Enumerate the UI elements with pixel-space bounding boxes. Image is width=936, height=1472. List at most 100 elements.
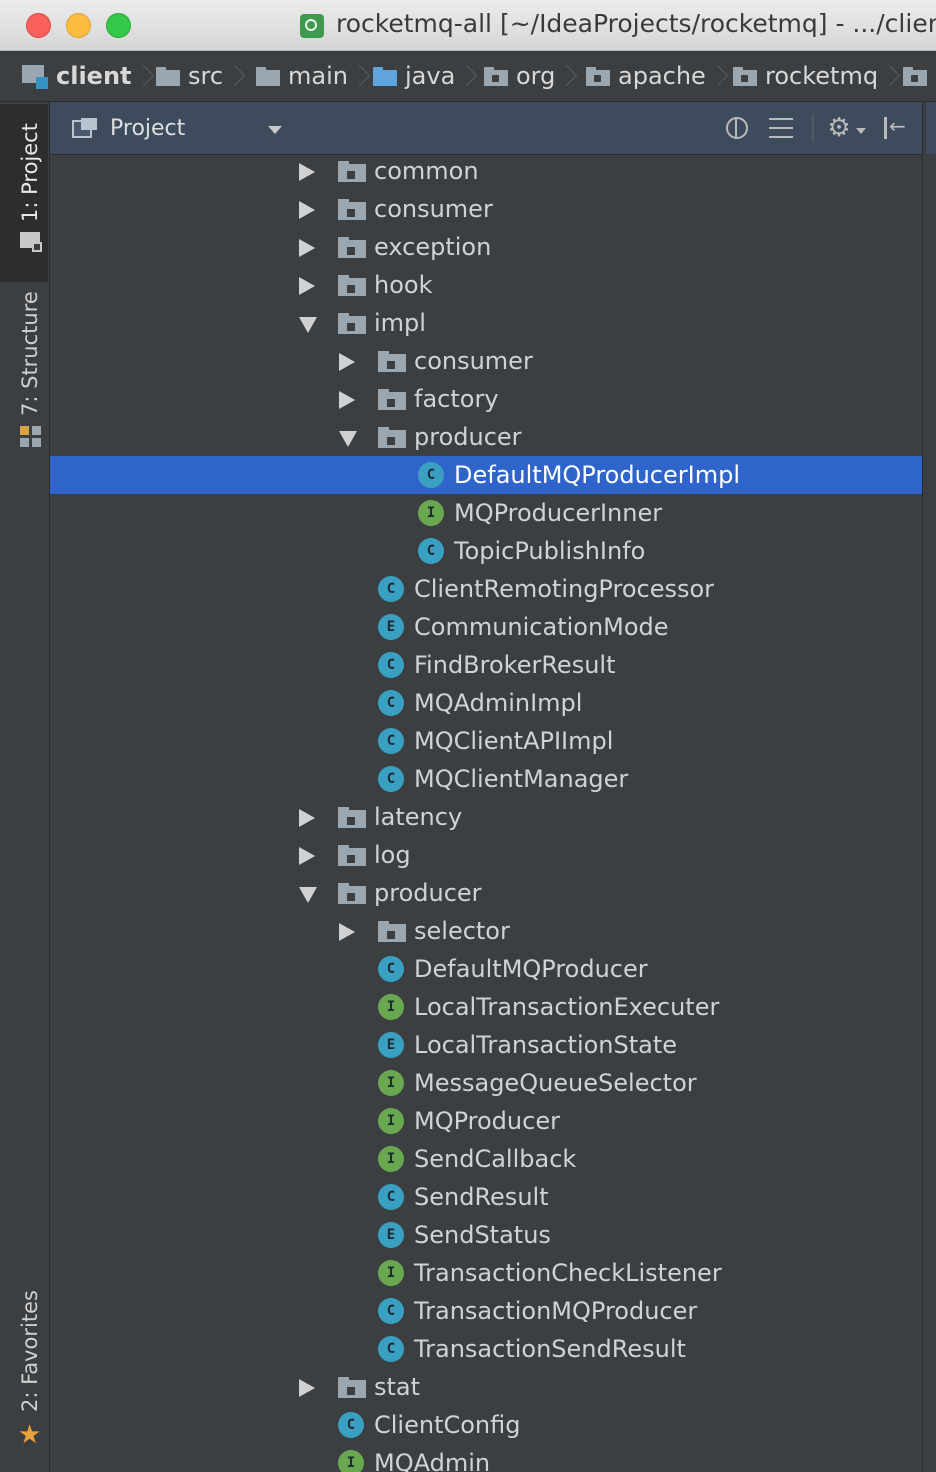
tree-node-label: stat: [374, 1373, 421, 1401]
tree-class-node[interactable]: C ClientConfig: [50, 1406, 922, 1444]
tree-package-node[interactable]: latency: [50, 798, 922, 836]
interface-icon: I: [338, 1450, 364, 1472]
maximize-window-button[interactable]: [106, 13, 131, 38]
tree-package-node[interactable]: common: [50, 152, 922, 190]
hide-panel-icon[interactable]: [882, 112, 908, 142]
tree-interface-node[interactable]: I LocalTransactionExecuter: [50, 988, 922, 1026]
interface-icon: I: [378, 1146, 404, 1172]
collapsed-arrow-icon[interactable]: [299, 163, 315, 181]
tree-node-label: exception: [374, 233, 492, 261]
tree-interface-node[interactable]: I TransactionCheckListener: [50, 1254, 922, 1292]
tree-interface-node[interactable]: I MessageQueueSelector: [50, 1064, 922, 1102]
collapsed-arrow-icon[interactable]: [339, 353, 355, 371]
breadcrumb-separator: [463, 61, 473, 91]
tree-package-node[interactable]: selector: [50, 912, 922, 950]
package-folder-icon: [338, 275, 366, 296]
collapsed-arrow-icon[interactable]: [299, 809, 315, 827]
tree-package-node[interactable]: producer: [50, 418, 922, 456]
project-panel-header: Project ⚙: [50, 102, 924, 155]
tree-class-node[interactable]: C DefaultMQProducer: [50, 950, 922, 988]
gear-dropdown-icon[interactable]: [856, 128, 866, 134]
tree-class-node[interactable]: C MQAdminImpl: [50, 684, 922, 722]
tree-node-label: ClientConfig: [374, 1411, 521, 1439]
expanded-arrow-icon[interactable]: [299, 887, 317, 903]
enum-icon: E: [378, 614, 404, 640]
favorites-tool-tab[interactable]: 2: Favorites: [18, 1290, 42, 1412]
tree-enum-node[interactable]: E CommunicationMode: [50, 608, 922, 646]
breadcrumb-separator: [886, 61, 896, 91]
title-bar: rocketmq-all [~/IdeaProjects/rocketmq] -…: [0, 0, 936, 51]
package-folder-icon: [338, 807, 366, 828]
collapse-all-icon[interactable]: [768, 114, 794, 142]
tree-package-node[interactable]: stat: [50, 1368, 922, 1406]
breadcrumb-item[interactable]: rocketmq: [733, 51, 896, 101]
tree-package-node[interactable]: exception: [50, 228, 922, 266]
tree-package-node[interactable]: log: [50, 836, 922, 874]
collapsed-arrow-icon[interactable]: [299, 277, 315, 295]
collapsed-arrow-icon[interactable]: [299, 1379, 315, 1397]
scrollbar[interactable]: [922, 102, 936, 1472]
tree-class-node[interactable]: C ClientRemotingProcessor: [50, 570, 922, 608]
breadcrumb-separator: [231, 61, 241, 91]
tree-node-label: SendResult: [414, 1183, 549, 1211]
tree-package-node[interactable]: hook: [50, 266, 922, 304]
collapsed-arrow-icon[interactable]: [339, 923, 355, 941]
tree-package-node[interactable]: impl: [50, 304, 922, 342]
collapsed-arrow-icon[interactable]: [299, 847, 315, 865]
collapsed-arrow-icon[interactable]: [339, 391, 355, 409]
tree-class-node[interactable]: C SendResult: [50, 1178, 922, 1216]
interface-icon: I: [418, 500, 444, 526]
chevron-down-icon[interactable]: [268, 126, 282, 134]
class-icon: C: [378, 1298, 404, 1324]
tree-class-node[interactable]: C MQClientManager: [50, 760, 922, 798]
breadcrumb-item[interactable]: org: [484, 51, 573, 101]
package-folder-icon: [338, 199, 366, 220]
package-folder-icon: [338, 313, 366, 334]
package-folder-icon: [338, 845, 366, 866]
class-icon: C: [378, 1336, 404, 1362]
breadcrumb-item[interactable]: java: [373, 51, 473, 101]
structure-tab-icon: [20, 426, 42, 448]
tree-enum-node[interactable]: E SendStatus: [50, 1216, 922, 1254]
breadcrumb-item[interactable]: [903, 51, 935, 101]
minimize-window-button[interactable]: [66, 13, 91, 38]
tree-enum-node[interactable]: E LocalTransactionState: [50, 1026, 922, 1064]
project-view-selector[interactable]: Project: [110, 116, 185, 141]
expanded-arrow-icon[interactable]: [339, 431, 357, 447]
tree-class-node[interactable]: C TopicPublishInfo: [50, 532, 922, 570]
tree-node-label: TransactionCheckListener: [414, 1259, 722, 1287]
breadcrumb-item[interactable]: main: [256, 51, 366, 101]
window-title: rocketmq-all [~/IdeaProjects/rocketmq] -…: [336, 9, 936, 38]
tree-package-node[interactable]: consumer: [50, 190, 922, 228]
expanded-arrow-icon[interactable]: [299, 317, 317, 333]
scrollbar-thumb[interactable]: [926, 102, 936, 154]
tree-package-node[interactable]: factory: [50, 380, 922, 418]
tree-node-label: factory: [414, 385, 499, 413]
gear-icon[interactable]: ⚙: [826, 114, 852, 142]
tree-class-node[interactable]: C MQClientAPIImpl: [50, 722, 922, 760]
tree-package-node[interactable]: consumer: [50, 342, 922, 380]
tree-interface-node[interactable]: I MQProducerInner: [50, 494, 922, 532]
package-icon: [903, 66, 927, 86]
breadcrumb-item[interactable]: apache: [586, 51, 724, 101]
collapsed-arrow-icon[interactable]: [299, 201, 315, 219]
package-icon: [586, 66, 610, 86]
breadcrumb-item[interactable]: src: [156, 51, 241, 101]
project-tool-tab[interactable]: 1: Project: [18, 123, 42, 222]
close-window-button[interactable]: [26, 13, 51, 38]
package-folder-icon: [378, 427, 406, 448]
tree-interface-node[interactable]: I MQAdmin: [50, 1444, 922, 1472]
tree-node-label: selector: [414, 917, 510, 945]
tree-interface-node[interactable]: I MQProducer: [50, 1102, 922, 1140]
breadcrumb-item[interactable]: client: [22, 51, 150, 101]
tree-class-node[interactable]: C TransactionSendResult: [50, 1330, 922, 1368]
locate-icon[interactable]: [724, 114, 750, 142]
tree-class-node[interactable]: C DefaultMQProducerImpl: [50, 456, 922, 494]
package-folder-icon: [378, 389, 406, 410]
tree-package-node[interactable]: producer: [50, 874, 922, 912]
collapsed-arrow-icon[interactable]: [299, 239, 315, 257]
tree-class-node[interactable]: C FindBrokerResult: [50, 646, 922, 684]
tree-interface-node[interactable]: I SendCallback: [50, 1140, 922, 1178]
structure-tool-tab[interactable]: 7: Structure: [18, 291, 42, 416]
tree-class-node[interactable]: C TransactionMQProducer: [50, 1292, 922, 1330]
